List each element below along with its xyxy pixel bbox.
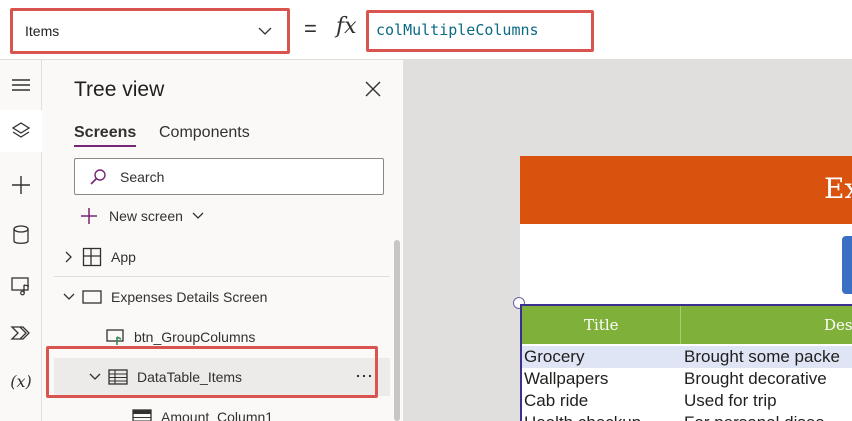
screen-icon xyxy=(82,290,102,304)
cell-title: Cab ride xyxy=(524,391,589,410)
close-icon[interactable] xyxy=(364,80,382,98)
tree-node-column-label: Amount_Column1 xyxy=(161,409,274,421)
datatable-highlight-box xyxy=(46,346,378,398)
tree-node-button-label: btn_GroupColumns xyxy=(134,329,256,345)
canvas-area: Ex Title Desc Grocery Brought some packe… xyxy=(404,60,852,421)
power-automate-button[interactable] xyxy=(0,312,42,354)
data-button[interactable] xyxy=(0,214,42,256)
cell-description: Brought some packe xyxy=(684,347,840,366)
power-apps-studio: Items = fx colMultipleColumns (x) Tree v… xyxy=(0,0,852,421)
equals-sign: = xyxy=(304,16,317,41)
hamburger-menu-icon xyxy=(12,79,30,91)
column-header-description[interactable]: Desc xyxy=(824,316,852,334)
app-icon xyxy=(82,247,102,267)
tree-view-title: Tree view xyxy=(74,78,165,101)
tab-screens-underline xyxy=(74,145,136,147)
layers-icon xyxy=(11,122,31,138)
tab-screens[interactable]: Screens xyxy=(74,124,136,142)
tree-node-app[interactable]: App xyxy=(54,238,390,276)
insert-plus-icon xyxy=(12,176,30,194)
hamburger-menu-button[interactable] xyxy=(0,64,42,106)
cell-title: Health checkup xyxy=(524,413,641,421)
column-header-title[interactable]: Title xyxy=(584,316,619,334)
tree-scrollbar[interactable] xyxy=(394,240,400,421)
search-box xyxy=(74,158,384,195)
table-row[interactable]: Cab ride Used for trip xyxy=(522,390,852,412)
header-divider xyxy=(680,306,681,344)
tree-node-screen[interactable]: Expenses Details Screen xyxy=(54,278,390,316)
search-icon xyxy=(90,169,106,185)
left-rail: (x) xyxy=(0,60,42,421)
tree-view-button[interactable] xyxy=(0,110,42,152)
chevron-down-icon[interactable] xyxy=(62,290,76,304)
data-cylinder-icon xyxy=(13,225,29,244)
cell-title: Wallpapers xyxy=(524,369,609,388)
property-highlight-box xyxy=(10,8,290,54)
chevron-down-icon xyxy=(192,212,204,219)
cell-description: Brought decorative xyxy=(684,369,827,388)
variables-icon: (x) xyxy=(10,371,32,391)
fx-icon[interactable]: fx xyxy=(336,14,357,39)
tree-separator xyxy=(54,276,390,277)
media-button[interactable] xyxy=(0,264,42,306)
insert-button[interactable] xyxy=(0,164,42,206)
tab-components[interactable]: Components xyxy=(159,124,250,142)
search-input[interactable] xyxy=(120,167,370,187)
header-banner[interactable]: Ex xyxy=(520,156,852,224)
tree-node-column[interactable]: Amount_Column1 xyxy=(54,398,390,421)
media-icon xyxy=(11,277,30,296)
header-banner-text: Ex xyxy=(824,172,852,205)
formula-bar: Items = fx colMultipleColumns xyxy=(0,0,852,60)
data-table-preview[interactable]: Title Desc Grocery Brought some packe Wa… xyxy=(520,304,852,421)
tree-view-panel: Tree view Screens Components New screen … xyxy=(42,60,404,421)
column-icon xyxy=(132,409,152,421)
table-row[interactable]: Grocery Brought some packe xyxy=(522,346,852,368)
formula-highlight-box xyxy=(366,10,594,52)
cell-title: Grocery xyxy=(524,347,585,366)
chevron-right-icon[interactable] xyxy=(62,250,76,264)
new-screen-button[interactable]: New screen xyxy=(80,206,205,226)
cell-description: Used for trip xyxy=(684,391,777,410)
plus-icon xyxy=(81,208,97,224)
table-row[interactable]: Health checkup For personal disea xyxy=(522,412,852,421)
new-screen-label: New screen xyxy=(109,208,183,224)
variables-button[interactable]: (x) xyxy=(0,360,42,402)
tree-node-app-label: App xyxy=(111,249,136,265)
power-automate-icon xyxy=(10,326,30,340)
cell-description: For personal disea xyxy=(684,413,825,421)
button-control-icon xyxy=(106,329,124,345)
tree-node-screen-label: Expenses Details Screen xyxy=(111,289,268,305)
table-row[interactable]: Wallpapers Brought decorative xyxy=(522,368,852,390)
group-columns-button-preview[interactable] xyxy=(842,236,852,294)
table-header: Title Desc xyxy=(522,306,852,344)
